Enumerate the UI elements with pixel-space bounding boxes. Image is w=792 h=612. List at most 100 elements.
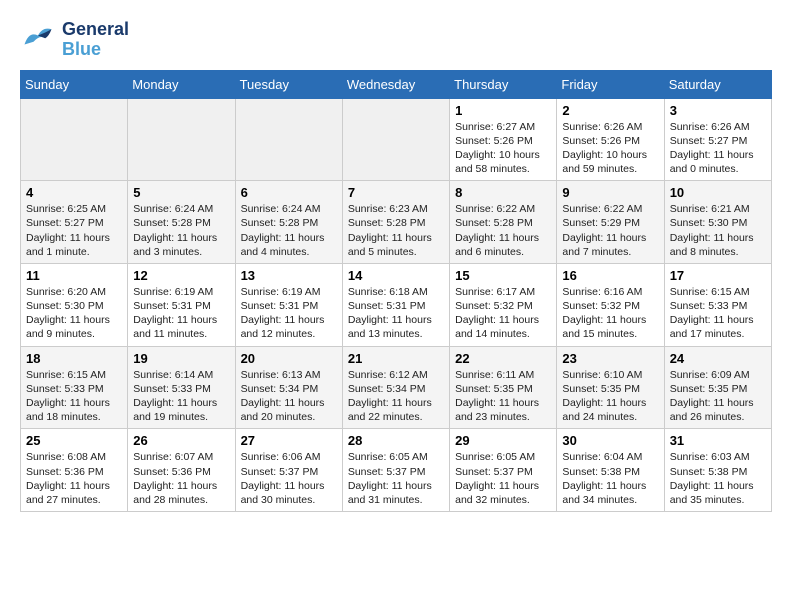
day-number: 24 — [670, 351, 766, 366]
calendar-day-cell: 5 Sunrise: 6:24 AMSunset: 5:28 PMDaylight… — [128, 181, 235, 264]
page-header: General Blue — [20, 20, 772, 60]
weekday-header: Saturday — [664, 70, 771, 98]
day-info: Sunrise: 6:05 AMSunset: 5:37 PMDaylight:… — [455, 450, 551, 507]
day-number: 22 — [455, 351, 551, 366]
logo-text: General Blue — [62, 20, 129, 60]
day-number: 10 — [670, 185, 766, 200]
weekday-header: Friday — [557, 70, 664, 98]
calendar-week-row: 11Sunrise: 6:20 AMSunset: 5:30 PMDayligh… — [21, 263, 772, 346]
calendar-day-cell: 20 Sunrise: 6:13 AMSunset: 5:34 PMDayligh… — [235, 346, 342, 429]
day-number: 20 — [241, 351, 337, 366]
calendar-day-cell: 14 Sunrise: 6:18 AMSunset: 5:31 PMDayligh… — [342, 263, 449, 346]
day-info: Sunrise: 6:16 AMSunset: 5:32 PMDaylight:… — [562, 285, 658, 342]
day-info: Sunrise: 6:05 AMSunset: 5:37 PMDaylight:… — [348, 450, 444, 507]
calendar-day-cell — [21, 98, 128, 181]
day-number: 2 — [562, 103, 658, 118]
day-info: Sunrise: 6:17 AMSunset: 5:32 PMDaylight:… — [455, 285, 551, 342]
day-number: 14 — [348, 268, 444, 283]
day-info: Sunrise: 6:04 AMSunset: 5:38 PMDaylight:… — [562, 450, 658, 507]
day-number: 28 — [348, 433, 444, 448]
day-info: Sunrise: 6:27 AMSunset: 5:26 PMDaylight:… — [455, 120, 551, 177]
weekday-header: Monday — [128, 70, 235, 98]
day-number: 18 — [26, 351, 122, 366]
calendar-day-cell: 7 Sunrise: 6:23 AMSunset: 5:28 PMDaylight… — [342, 181, 449, 264]
calendar-day-cell: 10Sunrise: 6:21 AMSunset: 5:30 PMDayligh… — [664, 181, 771, 264]
day-number: 6 — [241, 185, 337, 200]
day-info: Sunrise: 6:14 AMSunset: 5:33 PMDaylight:… — [133, 368, 229, 425]
day-info: Sunrise: 6:26 AMSunset: 5:27 PMDaylight:… — [670, 120, 766, 177]
day-info: Sunrise: 6:10 AMSunset: 5:35 PMDaylight:… — [562, 368, 658, 425]
weekday-header: Thursday — [450, 70, 557, 98]
calendar-table: SundayMondayTuesdayWednesdayThursdayFrid… — [20, 70, 772, 512]
day-number: 4 — [26, 185, 122, 200]
day-number: 17 — [670, 268, 766, 283]
day-number: 8 — [455, 185, 551, 200]
day-number: 7 — [348, 185, 444, 200]
day-number: 27 — [241, 433, 337, 448]
calendar-day-cell: 26 Sunrise: 6:07 AMSunset: 5:36 PMDayligh… — [128, 429, 235, 512]
day-number: 3 — [670, 103, 766, 118]
day-number: 12 — [133, 268, 229, 283]
calendar-day-cell: 4 Sunrise: 6:25 AMSunset: 5:27 PMDaylight… — [21, 181, 128, 264]
calendar-day-cell: 24 Sunrise: 6:09 AMSunset: 5:35 PMDayligh… — [664, 346, 771, 429]
day-info: Sunrise: 6:19 AMSunset: 5:31 PMDaylight:… — [241, 285, 337, 342]
calendar-day-cell: 3 Sunrise: 6:26 AMSunset: 5:27 PMDaylight… — [664, 98, 771, 181]
calendar-day-cell: 27Sunrise: 6:06 AMSunset: 5:37 PMDayligh… — [235, 429, 342, 512]
weekday-header: Tuesday — [235, 70, 342, 98]
day-number: 29 — [455, 433, 551, 448]
day-info: Sunrise: 6:20 AMSunset: 5:30 PMDaylight:… — [26, 285, 122, 342]
day-info: Sunrise: 6:08 AMSunset: 5:36 PMDaylight:… — [26, 450, 122, 507]
day-number: 13 — [241, 268, 337, 283]
day-info: Sunrise: 6:15 AMSunset: 5:33 PMDaylight:… — [26, 368, 122, 425]
day-number: 1 — [455, 103, 551, 118]
calendar-day-cell — [342, 98, 449, 181]
day-info: Sunrise: 6:19 AMSunset: 5:31 PMDaylight:… — [133, 285, 229, 342]
day-number: 25 — [26, 433, 122, 448]
day-info: Sunrise: 6:26 AMSunset: 5:26 PMDaylight:… — [562, 120, 658, 177]
day-info: Sunrise: 6:09 AMSunset: 5:35 PMDaylight:… — [670, 368, 766, 425]
day-info: Sunrise: 6:23 AMSunset: 5:28 PMDaylight:… — [348, 202, 444, 259]
calendar-week-row: 18 Sunrise: 6:15 AMSunset: 5:33 PMDayligh… — [21, 346, 772, 429]
day-number: 15 — [455, 268, 551, 283]
day-info: Sunrise: 6:11 AMSunset: 5:35 PMDaylight:… — [455, 368, 551, 425]
calendar-day-cell: 19Sunrise: 6:14 AMSunset: 5:33 PMDayligh… — [128, 346, 235, 429]
calendar-day-cell: 18 Sunrise: 6:15 AMSunset: 5:33 PMDayligh… — [21, 346, 128, 429]
logo: General Blue — [20, 20, 129, 60]
day-number: 5 — [133, 185, 229, 200]
day-info: Sunrise: 6:25 AMSunset: 5:27 PMDaylight:… — [26, 202, 122, 259]
calendar-day-cell: 12 Sunrise: 6:19 AMSunset: 5:31 PMDayligh… — [128, 263, 235, 346]
calendar-day-cell — [235, 98, 342, 181]
day-info: Sunrise: 6:13 AMSunset: 5:34 PMDaylight:… — [241, 368, 337, 425]
day-number: 21 — [348, 351, 444, 366]
calendar-header-row: SundayMondayTuesdayWednesdayThursdayFrid… — [21, 70, 772, 98]
calendar-day-cell: 9Sunrise: 6:22 AMSunset: 5:29 PMDaylight… — [557, 181, 664, 264]
day-info: Sunrise: 6:07 AMSunset: 5:36 PMDaylight:… — [133, 450, 229, 507]
calendar-day-cell: 25 Sunrise: 6:08 AMSunset: 5:36 PMDayligh… — [21, 429, 128, 512]
day-number: 30 — [562, 433, 658, 448]
calendar-day-cell: 15 Sunrise: 6:17 AMSunset: 5:32 PMDayligh… — [450, 263, 557, 346]
calendar-day-cell: 29 Sunrise: 6:05 AMSunset: 5:37 PMDayligh… — [450, 429, 557, 512]
calendar-day-cell — [128, 98, 235, 181]
calendar-day-cell: 22 Sunrise: 6:11 AMSunset: 5:35 PMDayligh… — [450, 346, 557, 429]
calendar-day-cell: 30 Sunrise: 6:04 AMSunset: 5:38 PMDayligh… — [557, 429, 664, 512]
logo-icon — [20, 22, 56, 58]
calendar-day-cell: 17Sunrise: 6:15 AMSunset: 5:33 PMDayligh… — [664, 263, 771, 346]
day-info: Sunrise: 6:12 AMSunset: 5:34 PMDaylight:… — [348, 368, 444, 425]
day-info: Sunrise: 6:24 AMSunset: 5:28 PMDaylight:… — [133, 202, 229, 259]
calendar-day-cell: 23 Sunrise: 6:10 AMSunset: 5:35 PMDayligh… — [557, 346, 664, 429]
day-number: 23 — [562, 351, 658, 366]
calendar-day-cell: 16 Sunrise: 6:16 AMSunset: 5:32 PMDayligh… — [557, 263, 664, 346]
calendar-day-cell: 8 Sunrise: 6:22 AMSunset: 5:28 PMDaylight… — [450, 181, 557, 264]
weekday-header: Wednesday — [342, 70, 449, 98]
day-number: 26 — [133, 433, 229, 448]
calendar-day-cell: 21 Sunrise: 6:12 AMSunset: 5:34 PMDayligh… — [342, 346, 449, 429]
day-info: Sunrise: 6:18 AMSunset: 5:31 PMDaylight:… — [348, 285, 444, 342]
calendar-day-cell: 1 Sunrise: 6:27 AMSunset: 5:26 PMDaylight… — [450, 98, 557, 181]
day-number: 16 — [562, 268, 658, 283]
calendar-week-row: 25 Sunrise: 6:08 AMSunset: 5:36 PMDayligh… — [21, 429, 772, 512]
calendar-week-row: 1 Sunrise: 6:27 AMSunset: 5:26 PMDaylight… — [21, 98, 772, 181]
calendar-day-cell: 28 Sunrise: 6:05 AMSunset: 5:37 PMDayligh… — [342, 429, 449, 512]
day-info: Sunrise: 6:24 AMSunset: 5:28 PMDaylight:… — [241, 202, 337, 259]
day-info: Sunrise: 6:22 AMSunset: 5:28 PMDaylight:… — [455, 202, 551, 259]
calendar-week-row: 4 Sunrise: 6:25 AMSunset: 5:27 PMDaylight… — [21, 181, 772, 264]
